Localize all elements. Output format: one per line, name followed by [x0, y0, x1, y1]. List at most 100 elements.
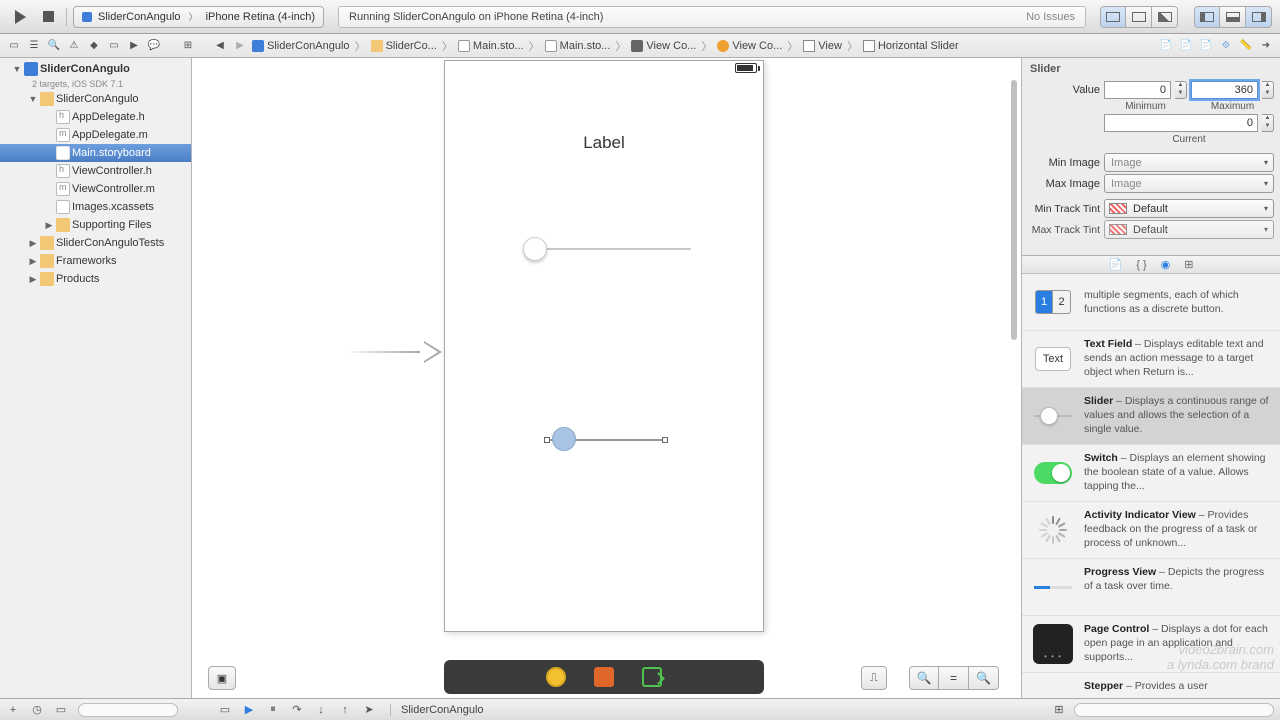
file-inspector-tab[interactable]: 📄: [1156, 38, 1176, 54]
slider-thumb[interactable]: [552, 427, 576, 451]
standard-editor-button[interactable]: [1100, 6, 1126, 28]
library-item-textfield[interactable]: Text Text Field – Displays editable text…: [1022, 331, 1280, 388]
disclosure-triangle-icon[interactable]: ▶: [28, 238, 38, 249]
min-track-tint-combo[interactable]: Default: [1104, 199, 1274, 218]
library-item-segmented[interactable]: 12 multiple segments, each of which func…: [1022, 274, 1280, 331]
process-name[interactable]: SliderConAngulo: [390, 704, 484, 716]
filter-button[interactable]: ▭: [54, 703, 68, 717]
toggle-views-button[interactable]: ▭: [218, 703, 232, 717]
library-item-activity[interactable]: Activity Indicator View – Provides feedb…: [1022, 502, 1280, 559]
exit-icon[interactable]: [642, 667, 662, 687]
group-row[interactable]: ▶Products: [0, 270, 191, 288]
first-responder-icon[interactable]: [594, 667, 614, 687]
file-row[interactable]: ViewController.h: [0, 162, 191, 180]
constraints-button[interactable]: ⎍: [861, 666, 887, 690]
add-button[interactable]: +: [6, 703, 20, 717]
maximum-stepper[interactable]: ▲▼: [1262, 81, 1274, 99]
location-button[interactable]: ➤: [362, 703, 376, 717]
disclosure-triangle-icon[interactable]: ▶: [28, 256, 38, 267]
current-field-value[interactable]: 0: [1104, 114, 1258, 132]
document-outline-button[interactable]: ▣: [208, 666, 236, 690]
quick-help-tab[interactable]: 📄: [1176, 38, 1196, 54]
current-stepper[interactable]: ▲▼: [1262, 114, 1274, 132]
file-row[interactable]: Images.xcassets: [0, 198, 191, 216]
breadcrumb[interactable]: SliderConAngulo〉 SliderCo...〉 Main.sto..…: [250, 38, 961, 54]
scheme-selector[interactable]: SliderConAngulo 〉 iPhone Retina (4-inch): [73, 6, 324, 28]
assistant-editor-button[interactable]: [1126, 6, 1152, 28]
log-button[interactable]: 💬: [144, 38, 164, 54]
storyboard-canvas[interactable]: Label ▣ ⎍ 🔍 = 🔍: [192, 58, 1022, 698]
file-row[interactable]: ViewController.m: [0, 180, 191, 198]
selection-handle[interactable]: [662, 437, 668, 443]
toggle-utilities-button[interactable]: [1246, 6, 1272, 28]
file-row[interactable]: AppDelegate.m: [0, 126, 191, 144]
library-item-switch[interactable]: Switch – Displays an element showing the…: [1022, 445, 1280, 502]
file-template-tab[interactable]: 📄: [1109, 258, 1123, 271]
back-button[interactable]: ◀: [210, 38, 230, 54]
library-item-progress[interactable]: Progress View – Depicts the progress of …: [1022, 559, 1280, 616]
scope-button[interactable]: ◷: [30, 703, 44, 717]
library-item-stepper[interactable]: Stepper – Provides a user: [1022, 673, 1280, 698]
zoom-out-button[interactable]: 🔍: [909, 666, 939, 690]
grid-view-button[interactable]: ⊞: [1052, 703, 1066, 717]
stop-button[interactable]: [36, 6, 60, 28]
run-button[interactable]: [8, 6, 32, 28]
view-grid-button[interactable]: ⊞: [178, 38, 198, 54]
object-tab[interactable]: ◉: [1161, 258, 1171, 271]
zoom-fit-button[interactable]: =: [939, 666, 969, 690]
project-root[interactable]: ▼ SliderConAngulo: [0, 60, 191, 78]
find-button[interactable]: 🔍: [44, 38, 64, 54]
vc-icon[interactable]: [546, 667, 566, 687]
step-over-button[interactable]: ↷: [290, 703, 304, 717]
version-editor-button[interactable]: [1152, 6, 1178, 28]
connections-inspector-tab[interactable]: ➜: [1256, 38, 1276, 54]
library-item-slider[interactable]: Slider – Displays a continuous range of …: [1022, 388, 1280, 445]
zoom-in-button[interactable]: 🔍: [969, 666, 999, 690]
pause-button[interactable]: ⏸: [266, 703, 280, 717]
toggle-navigator-button[interactable]: [1194, 6, 1220, 28]
selection-handle[interactable]: [544, 437, 550, 443]
view-controller-frame[interactable]: Label: [444, 60, 764, 632]
uislider-selected[interactable]: [548, 427, 664, 453]
group-row[interactable]: ▼ SliderConAngulo: [0, 90, 191, 108]
library-item-pagecontrol[interactable]: Page Control – Displays a dot for each o…: [1022, 616, 1280, 673]
step-out-button[interactable]: ↑: [338, 703, 352, 717]
identity-inspector-tab[interactable]: 📄: [1196, 38, 1216, 54]
maximum-field-value[interactable]: 360: [1191, 81, 1258, 99]
group-row[interactable]: ▶Frameworks: [0, 252, 191, 270]
filter-library[interactable]: [1074, 703, 1274, 717]
size-inspector-tab[interactable]: 📏: [1236, 38, 1256, 54]
max-image-combo[interactable]: Image: [1104, 174, 1274, 193]
filter-field[interactable]: [78, 703, 178, 717]
continue-button[interactable]: ▶: [242, 703, 256, 717]
group-row[interactable]: ▶SliderConAnguloTests: [0, 234, 191, 252]
file-row-selected[interactable]: Main.storyboard: [0, 144, 191, 162]
min-image-combo[interactable]: Image: [1104, 153, 1274, 172]
outline-toggle-button[interactable]: ☰: [24, 38, 44, 54]
step-into-button[interactable]: ↓: [314, 703, 328, 717]
disclosure-triangle-icon[interactable]: ▼: [12, 64, 22, 74]
media-tab[interactable]: ⊞: [1184, 258, 1193, 271]
uislider-top[interactable]: [523, 237, 691, 261]
minimum-stepper[interactable]: ▲▼: [1175, 81, 1187, 99]
toggle-debug-button[interactable]: [1220, 6, 1246, 28]
group-row[interactable]: ▶Supporting Files: [0, 216, 191, 234]
forward-button[interactable]: ▶: [230, 38, 250, 54]
warnings-button[interactable]: ⚠: [64, 38, 84, 54]
file-row[interactable]: AppDelegate.h: [0, 108, 191, 126]
disclosure-triangle-icon[interactable]: ▶: [28, 274, 38, 285]
test-button[interactable]: ◆: [84, 38, 104, 54]
disclosure-triangle-icon[interactable]: ▼: [28, 94, 38, 104]
related-items-button[interactable]: ▭: [4, 38, 24, 54]
debug-button[interactable]: ▭: [104, 38, 124, 54]
attributes-inspector-tab[interactable]: ⟐: [1216, 38, 1236, 54]
max-track-tint-combo[interactable]: Default: [1104, 220, 1274, 239]
breakpoint-button[interactable]: ▶: [124, 38, 144, 54]
uilabel[interactable]: Label: [445, 133, 763, 153]
minimum-field-value[interactable]: 0: [1104, 81, 1171, 99]
vertical-scrollbar[interactable]: [1011, 68, 1019, 688]
library-list[interactable]: 12 multiple segments, each of which func…: [1022, 274, 1280, 698]
slider-thumb[interactable]: [523, 237, 547, 261]
disclosure-triangle-icon[interactable]: ▶: [44, 220, 54, 231]
code-snippet-tab[interactable]: { }: [1136, 259, 1146, 271]
